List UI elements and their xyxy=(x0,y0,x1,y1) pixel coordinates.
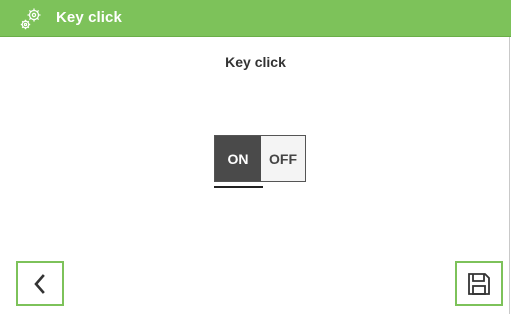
title-bar: Key click xyxy=(0,0,511,37)
toggle-off-option[interactable]: OFF xyxy=(261,136,305,181)
chevron-left-icon xyxy=(30,272,50,296)
setting-heading: Key click xyxy=(225,54,286,70)
page-title: Key click xyxy=(56,9,122,26)
right-border-line xyxy=(509,37,510,314)
floppy-disk-icon xyxy=(466,271,492,297)
save-button[interactable] xyxy=(455,261,503,306)
key-click-settings-screen: Key click Key click ON OFF xyxy=(0,0,511,314)
toggle-on-option[interactable]: ON xyxy=(215,136,261,181)
key-click-toggle[interactable]: ON OFF xyxy=(214,135,306,182)
selected-option-underline xyxy=(214,186,263,188)
gears-icon xyxy=(17,5,45,33)
back-button[interactable] xyxy=(16,261,64,306)
